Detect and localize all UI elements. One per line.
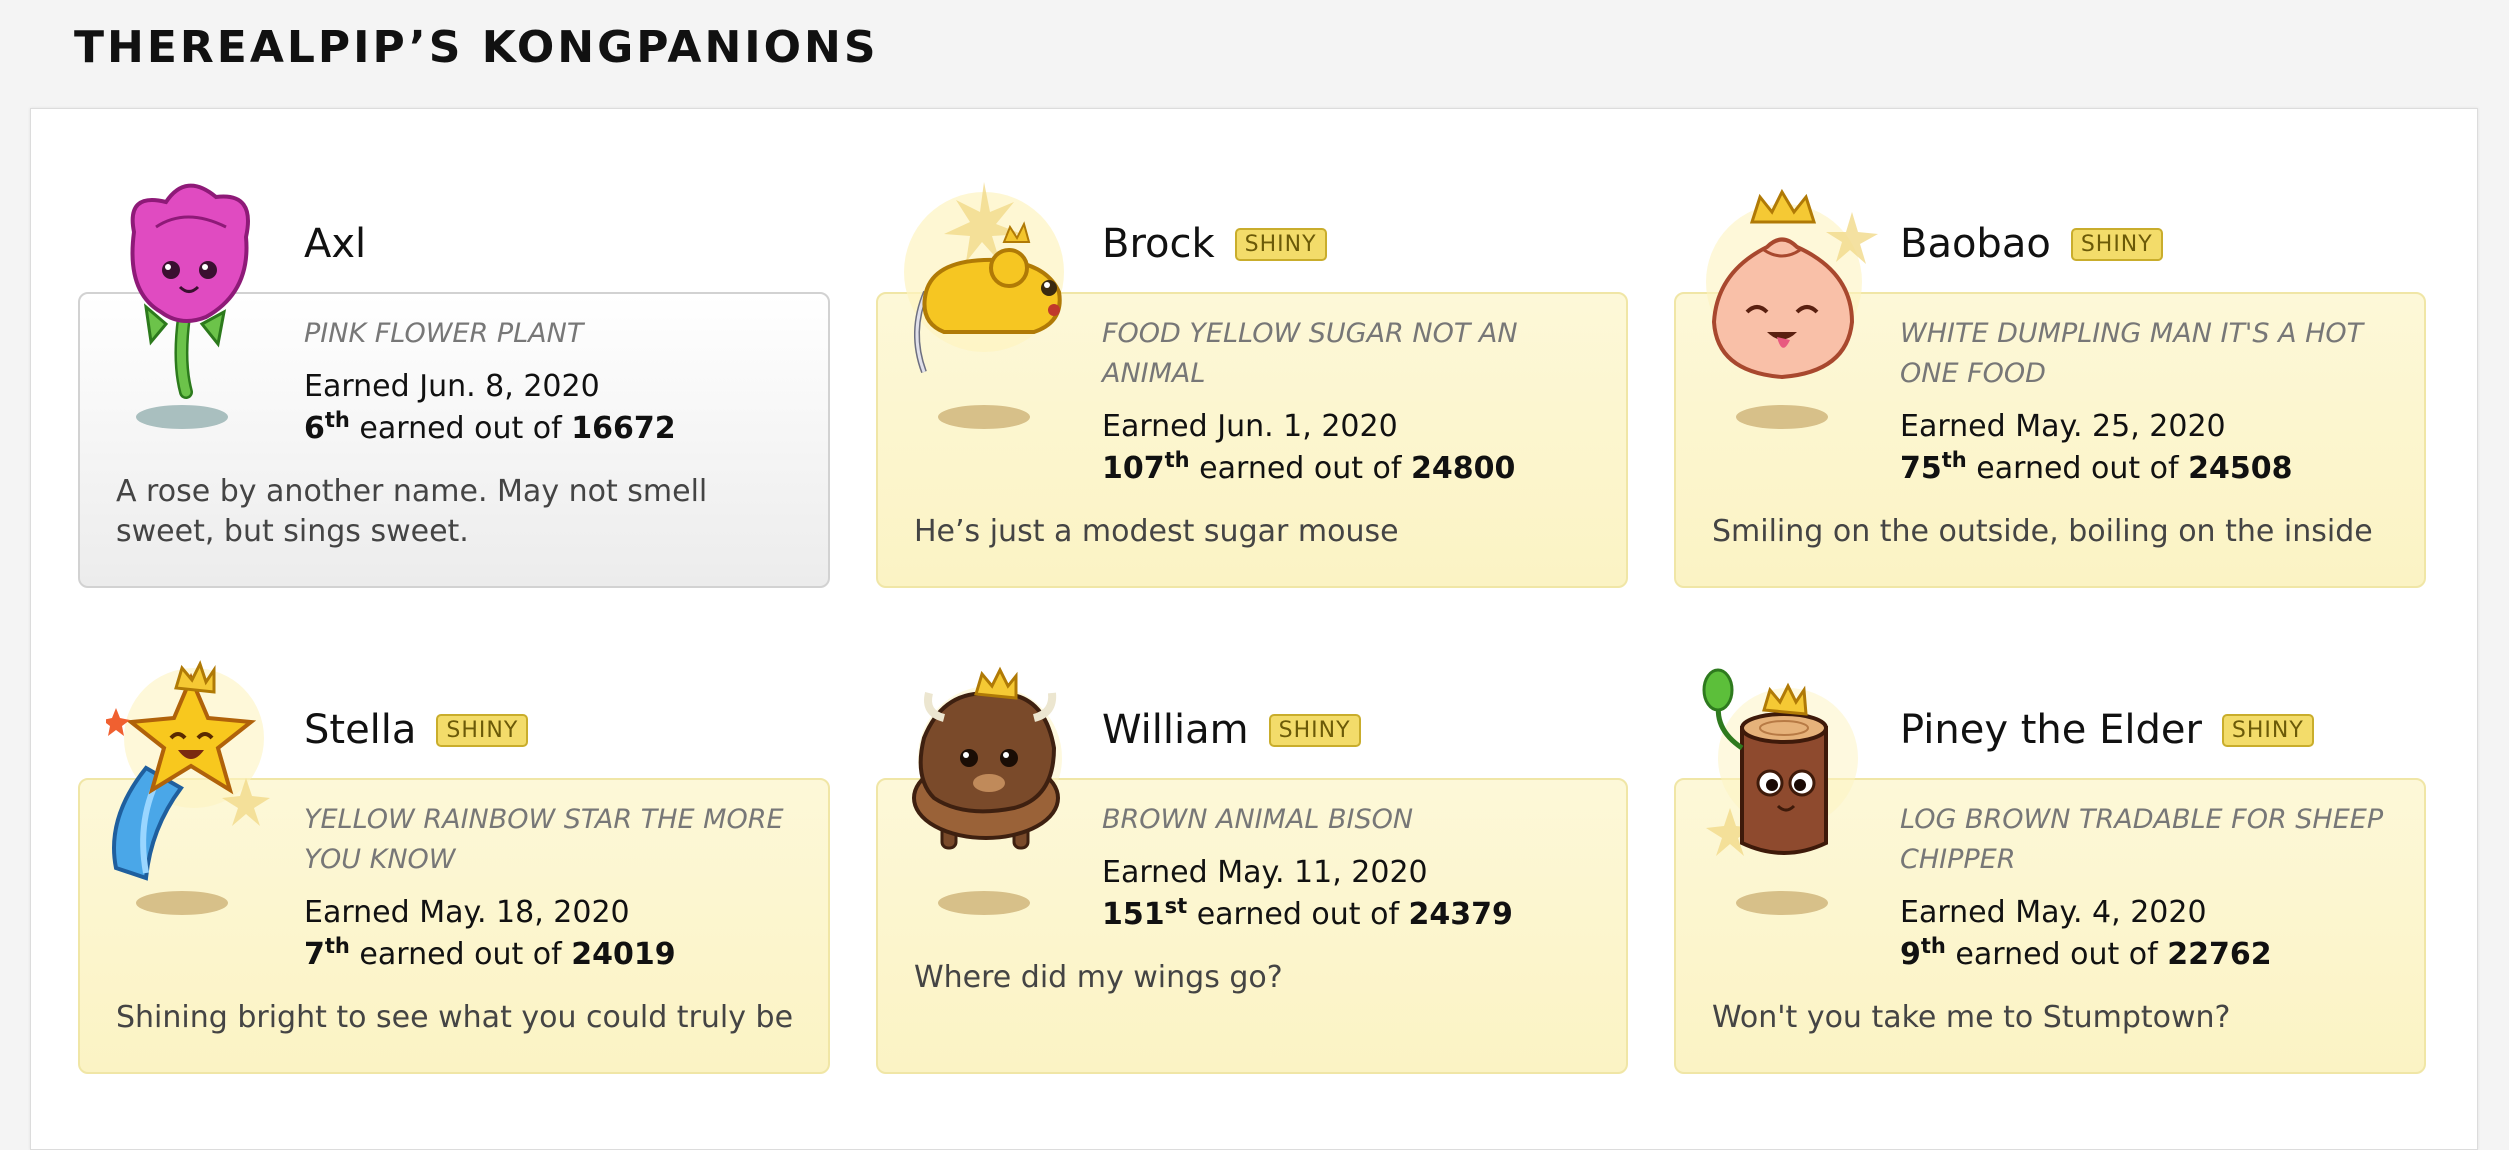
- kongpanion-name: Axl: [304, 221, 367, 267]
- rank-suffix: th: [324, 408, 350, 432]
- rank-number: 9: [1900, 937, 1921, 972]
- rank-number: 6: [304, 411, 325, 446]
- kongpanion-card-william[interactable]: William SHINY BROWN ANIMAL BISON Earned …: [876, 666, 1628, 1074]
- rank-line: 6th earned out of 16672: [304, 408, 676, 447]
- earned-date: May. 11, 2020: [1217, 855, 1428, 890]
- kongpanion-card-stella[interactable]: Stella SHINY YELLOW RAINBOW STAR THE MOR…: [78, 660, 830, 1074]
- rank-line: 107th earned out of 24800: [1102, 448, 1516, 487]
- page-title: THEREALPIP’S KONGPANIONS: [74, 22, 879, 73]
- earned-date: May. 18, 2020: [419, 895, 630, 930]
- rank-number: 107: [1102, 451, 1165, 486]
- kongpanion-description: Shining bright to see what you could tru…: [116, 1000, 794, 1035]
- earned-date: Jun. 8, 2020: [419, 369, 600, 404]
- shiny-badge: SHINY: [2221, 713, 2314, 747]
- rose-icon: [106, 172, 296, 442]
- kongpanion-name: Piney the Elder: [1900, 707, 2202, 753]
- kongpanion-tags: FOOD YELLOW SUGAR NOT AN ANIMAL: [1102, 318, 1518, 389]
- rank-line: 7th earned out of 24019: [304, 934, 676, 973]
- name-row: Stella SHINY: [304, 700, 529, 760]
- rank-suffix: th: [324, 934, 350, 958]
- shooting-star-icon: [106, 658, 296, 928]
- name-row: Axl: [304, 214, 366, 274]
- earned-date-line: Earned Jun. 1, 2020: [1102, 409, 1398, 444]
- kongpanion-name: Baobao: [1900, 221, 2051, 267]
- kongpanion-name: Stella: [304, 707, 417, 753]
- rank-total: 24379: [1408, 897, 1513, 932]
- earned-date-line: Earned May. 11, 2020: [1102, 855, 1428, 890]
- log-stump-icon: [1702, 658, 1892, 928]
- rank-total: 24019: [571, 937, 676, 972]
- shiny-badge: SHINY: [436, 713, 529, 747]
- earned-date-line: Earned May. 4, 2020: [1900, 895, 2207, 930]
- sugar-mouse-icon: [904, 172, 1094, 442]
- earned-date: May. 25, 2020: [2015, 409, 2226, 444]
- kongpanion-description: Smiling on the outside, boiling on the i…: [1712, 514, 2373, 549]
- earned-date-line: Earned May. 18, 2020: [304, 895, 630, 930]
- kongpanion-description: Where did my wings go?: [914, 960, 1283, 995]
- shiny-badge: SHINY: [1234, 227, 1327, 261]
- name-row: William SHINY: [1102, 700, 1361, 760]
- kongpanion-card-baobao[interactable]: Baobao SHINY WHITE DUMPLING MAN IT'S A H…: [1674, 188, 2426, 588]
- name-row: Baobao SHINY: [1900, 214, 2163, 274]
- shiny-badge: SHINY: [2070, 227, 2163, 261]
- shiny-badge: SHINY: [1268, 713, 1361, 747]
- rank-suffix: th: [1164, 448, 1190, 472]
- kongpanion-card-axl[interactable]: Axl PINK FLOWER PLANT Earned Jun. 8, 202…: [78, 183, 830, 588]
- rank-line: 9th earned out of 22762: [1900, 934, 2272, 973]
- kongpanion-tags: PINK FLOWER PLANT: [304, 318, 584, 349]
- bison-icon: [904, 658, 1094, 928]
- rank-line: 151st earned out of 24379: [1102, 894, 1513, 933]
- rank-number: 151: [1102, 897, 1165, 932]
- rank-suffix: st: [1164, 894, 1188, 918]
- rank-total: 24508: [2188, 451, 2293, 486]
- kongpanion-card-piney-the-elder[interactable]: Piney the Elder SHINY LOG BROWN TRADABLE…: [1674, 668, 2426, 1074]
- kongpanion-description: He’s just a modest sugar mouse: [914, 514, 1399, 549]
- dumpling-icon: [1702, 172, 1892, 442]
- rank-number: 7: [304, 937, 325, 972]
- rank-suffix: th: [1920, 934, 1946, 958]
- kongpanion-name: Brock: [1102, 221, 1215, 267]
- kongpanion-description: Won't you take me to Stumptown?: [1712, 1000, 2231, 1035]
- rank-line: 75th earned out of 24508: [1900, 448, 2293, 487]
- rank-suffix: th: [1941, 448, 1967, 472]
- earned-date: May. 4, 2020: [2015, 895, 2207, 930]
- earned-date-line: Earned Jun. 8, 2020: [304, 369, 600, 404]
- earned-date: Jun. 1, 2020: [1217, 409, 1398, 444]
- kongpanion-tags: YELLOW RAINBOW STAR THE MORE YOU KNOW: [304, 804, 784, 875]
- kongpanion-tags: WHITE DUMPLING MAN IT'S A HOT ONE FOOD: [1900, 318, 2364, 389]
- kongpanion-tags: BROWN ANIMAL BISON: [1102, 804, 1414, 835]
- kongpanion-card-brock[interactable]: Brock SHINY FOOD YELLOW SUGAR NOT AN ANI…: [876, 182, 1628, 588]
- rank-total: 16672: [571, 411, 676, 446]
- kongpanion-name: William: [1102, 707, 1249, 753]
- kongpanion-description: A rose by another name. May not smell sw…: [116, 474, 708, 549]
- rank-total: 24800: [1411, 451, 1516, 486]
- earned-date-line: Earned May. 25, 2020: [1900, 409, 2226, 444]
- name-row: Piney the Elder SHINY: [1900, 700, 2314, 760]
- rank-total: 22762: [2167, 937, 2272, 972]
- name-row: Brock SHINY: [1102, 214, 1327, 274]
- kongpanion-tags: LOG BROWN TRADABLE FOR SHEEP CHIPPER: [1900, 804, 2384, 875]
- rank-number: 75: [1900, 451, 1942, 486]
